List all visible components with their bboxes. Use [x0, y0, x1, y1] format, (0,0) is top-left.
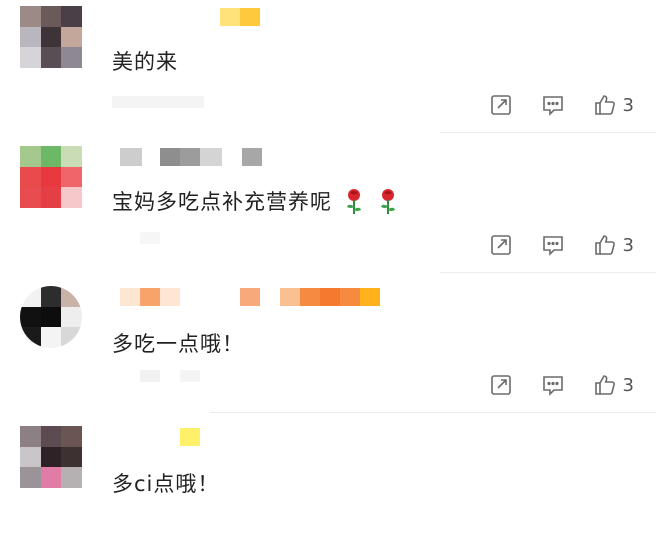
avatar-pixel: [40, 327, 62, 348]
comment-text: 宝妈多吃点补充营养呢: [112, 186, 400, 220]
comment-item: 美的来 3: [0, 0, 656, 140]
avatar-pixel: [61, 286, 82, 307]
divider: [440, 132, 656, 133]
avatar-pixel: [20, 426, 41, 447]
avatar-pixel: [20, 26, 41, 48]
comment-icon: [542, 236, 563, 256]
avatar-mosaic: [20, 426, 82, 488]
share-button[interactable]: [489, 233, 513, 257]
like-count: 3: [622, 374, 634, 396]
username-blurred[interactable]: [180, 428, 200, 446]
avatar-pixel: [61, 166, 82, 188]
comment-icon: [542, 376, 563, 396]
avatar-pixel: [20, 306, 41, 328]
rose-emoji-icon: [342, 187, 366, 220]
avatar-pixel: [40, 306, 62, 328]
comment-timestamp-blurred: [140, 370, 200, 382]
avatar-pixel: [20, 166, 41, 188]
thumbs-up-icon: [594, 235, 615, 255]
like-button[interactable]: 3: [593, 233, 634, 257]
avatar-pixel: [20, 286, 41, 307]
avatar-pixel: [40, 187, 62, 208]
avatar-pixel: [20, 327, 41, 348]
avatar-pixel: [61, 26, 82, 48]
avatar[interactable]: [20, 146, 82, 208]
thumbs-up-icon: [594, 95, 615, 115]
share-icon: [490, 235, 511, 255]
thumbs-up-icon: [594, 375, 615, 395]
like-count: 3: [622, 94, 634, 116]
comment-actions: 3: [489, 92, 634, 118]
avatar-pixel: [40, 26, 62, 48]
comment-timestamp-blurred: [140, 232, 160, 244]
reply-button[interactable]: [541, 373, 565, 397]
avatar-pixel: [61, 47, 82, 68]
like-button[interactable]: 3: [593, 373, 634, 397]
avatar-pixel: [61, 187, 82, 208]
avatar-pixel: [40, 146, 62, 167]
avatar-pixel: [61, 426, 82, 447]
comment-actions: 3: [489, 232, 634, 258]
username-blurred[interactable]: [120, 288, 380, 306]
avatar-pixel: [20, 47, 41, 68]
avatar-pixel: [40, 426, 62, 447]
share-icon: [490, 95, 511, 115]
comment-text: 美的来: [112, 50, 178, 74]
avatar-pixel: [20, 187, 41, 208]
username-blurred[interactable]: [120, 148, 262, 166]
like-button[interactable]: 3: [593, 93, 634, 117]
comment-icon: [542, 96, 563, 116]
comment-text-content: 宝妈多吃点补充营养呢: [112, 190, 332, 214]
avatar-pixel: [61, 146, 82, 167]
comment-item: 多吃一点哦！ 3: [0, 280, 656, 420]
avatar-pixel: [40, 286, 62, 307]
avatar-pixel: [61, 467, 82, 488]
comment-actions: 3: [489, 372, 634, 398]
avatar-pixel: [40, 166, 62, 188]
comment-item: 多ci点哦！: [0, 420, 656, 560]
avatar-pixel: [40, 47, 62, 68]
divider: [440, 272, 656, 273]
reply-button[interactable]: [541, 93, 565, 117]
avatar-pixel: [20, 446, 41, 468]
avatar-pixel: [61, 306, 82, 328]
share-button[interactable]: [489, 93, 513, 117]
avatar-pixel: [61, 446, 82, 468]
avatar-pixel: [20, 146, 41, 167]
avatar-mosaic: [20, 6, 82, 68]
comment-timestamp-blurred: [112, 96, 204, 108]
avatar-pixel: [40, 446, 62, 468]
share-icon: [490, 375, 511, 395]
avatar[interactable]: [20, 286, 82, 348]
avatar[interactable]: [20, 426, 82, 488]
avatar-pixel: [61, 6, 82, 27]
avatar-pixel: [20, 467, 41, 488]
avatar-pixel: [20, 6, 41, 27]
divider: [210, 412, 656, 413]
username-blurred[interactable]: [220, 8, 260, 26]
rose-emoji-icon: [376, 187, 400, 220]
avatar-pixel: [40, 467, 62, 488]
avatar-pixel: [61, 327, 82, 348]
avatar[interactable]: [20, 6, 82, 68]
like-count: 3: [622, 234, 634, 256]
share-button[interactable]: [489, 373, 513, 397]
reply-button[interactable]: [541, 233, 565, 257]
avatar-pixel: [40, 6, 62, 27]
comment-text: 多ci点哦！: [112, 472, 220, 496]
avatar-mosaic: [20, 146, 82, 208]
comment-item: 宝妈多吃点补充营养呢 3: [0, 140, 656, 280]
avatar-mosaic: [20, 286, 82, 348]
comment-text: 多吃一点哦！: [112, 332, 244, 356]
